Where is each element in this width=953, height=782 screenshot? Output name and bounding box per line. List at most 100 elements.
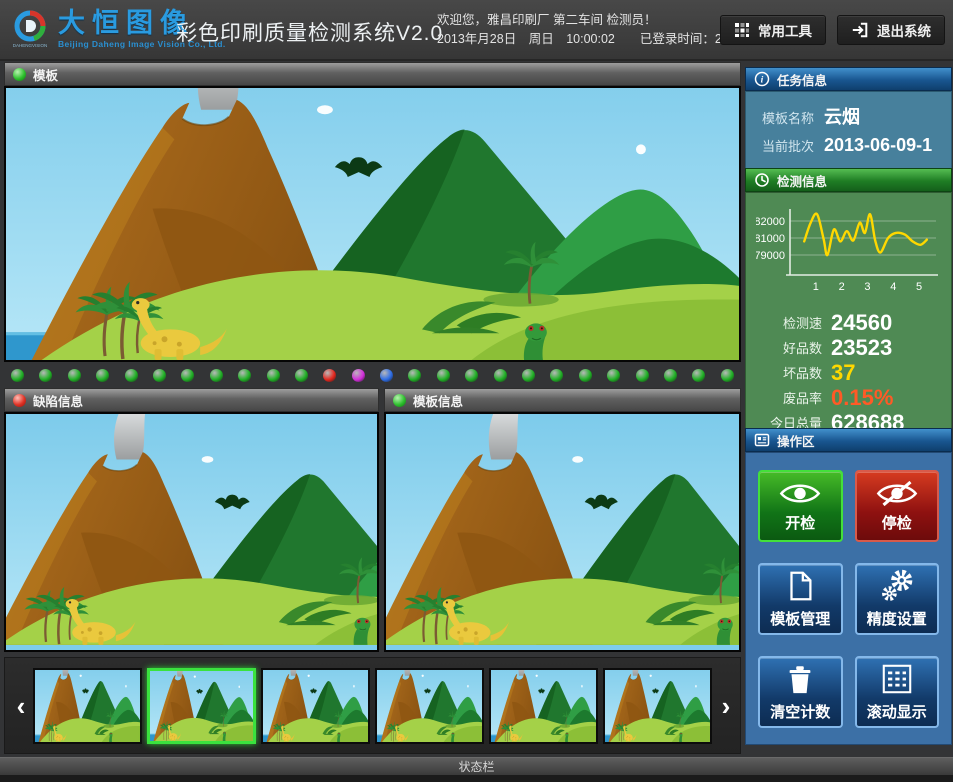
status-dot [607, 369, 620, 382]
status-dot [636, 369, 649, 382]
datetime-line: 2013年月28日 周日 10:00:02 已登录时间：269分种 [437, 32, 761, 46]
status-dot [437, 369, 450, 382]
green-status-led-icon [393, 394, 406, 407]
svg-text:4: 4 [890, 281, 896, 293]
status-bar-base [0, 775, 953, 782]
defect-panel-header: 缺陷信息 [4, 388, 379, 412]
svg-text:i: i [761, 76, 764, 86]
stop-inspection-label: 停检 [882, 512, 912, 533]
task-value: 2013-06-09-1 [824, 135, 932, 156]
status-dot [210, 369, 223, 382]
template-manage-button[interactable]: 模板管理 [758, 563, 843, 635]
start-inspection-label: 开检 [785, 512, 815, 533]
stop-inspection-button[interactable]: 停检 [855, 470, 940, 542]
status-dot [352, 369, 365, 382]
template-info-panel-header: 模板信息 [384, 388, 741, 412]
status-dot [96, 369, 109, 382]
info-icon: i [754, 71, 770, 87]
scroll-display-button[interactable]: 滚动显示 [855, 656, 940, 728]
template-manage-label: 模板管理 [770, 608, 830, 629]
tools-grid-icon [734, 22, 750, 38]
clear-count-button[interactable]: 清空计数 [758, 656, 843, 728]
document-icon [783, 569, 817, 603]
status-dot [323, 369, 336, 382]
status-dot [68, 369, 81, 382]
task-label: 当前批次 [762, 136, 814, 155]
svg-text:81000: 81000 [756, 233, 785, 245]
defect-image[interactable] [4, 412, 379, 652]
status-dot [664, 369, 677, 382]
operations-header: 操作区 [745, 428, 952, 452]
exit-icon [851, 21, 869, 39]
welcome-line: 欢迎您，雅昌印刷厂 第二车间 检测员！ [437, 13, 656, 27]
status-dots-row [4, 366, 741, 384]
task-row-template-name: 模板名称 云烟 [762, 103, 951, 129]
stat-row: 坏品数37 [746, 360, 951, 385]
common-tools-label: 常用工具 [758, 20, 812, 40]
svg-text:5: 5 [916, 281, 922, 293]
filmstrip-next-button[interactable]: › [716, 690, 736, 722]
precision-settings-label: 精度设置 [867, 608, 927, 629]
daheng-logo-icon: DAHENGVISION [10, 9, 50, 49]
stat-value: 24560 [831, 310, 892, 336]
operations-panel: 操作区 开检 停检 模板管理 [745, 428, 952, 745]
detection-info-header: 检测信息 [745, 168, 952, 192]
filmstrip-prev-button[interactable]: ‹ [11, 690, 31, 722]
template-info-image[interactable] [384, 412, 741, 652]
filmstrip-thumbnail[interactable] [489, 668, 598, 744]
scroll-display-label: 滚动显示 [867, 701, 927, 722]
green-status-led-icon [13, 68, 26, 81]
detection-chart: 82000810007900012345 [756, 201, 951, 306]
logo-caption: DAHENGVISION [13, 43, 48, 48]
filmstrip-thumbnail[interactable] [261, 668, 370, 744]
common-tools-button[interactable]: 常用工具 [720, 15, 826, 45]
stat-label: 检测速 [746, 313, 822, 332]
stat-value: 37 [831, 360, 855, 386]
chart-line [804, 214, 927, 256]
exit-system-button[interactable]: 退出系统 [837, 15, 945, 45]
filmstrip-thumbnails [33, 668, 712, 744]
status-dot [267, 369, 280, 382]
stat-value: 23523 [831, 335, 892, 361]
start-inspection-button[interactable]: 开检 [758, 470, 843, 542]
page-title: 彩色印刷质量检测系统V2.0 [176, 17, 443, 47]
eye-off-icon [876, 480, 918, 507]
status-bar: 状态栏 [0, 757, 953, 775]
status-dot [522, 369, 535, 382]
gears-icon [880, 569, 914, 603]
defect-panel-title: 缺陷信息 [33, 391, 83, 410]
status-dot [238, 369, 251, 382]
detection-info-title: 检测信息 [777, 171, 827, 190]
trash-icon [783, 662, 817, 696]
red-status-led-icon [13, 394, 26, 407]
stat-value: 0.15% [831, 385, 893, 411]
operations-title: 操作区 [777, 431, 815, 450]
task-row-batch: 当前批次 2013-06-09-1 [762, 135, 951, 156]
stat-row: 废品率 0.15% [746, 385, 951, 410]
status-dot [692, 369, 705, 382]
welcome-block: 欢迎您，雅昌印刷厂 第二车间 检测员！ 2013年月28日 周日 10:00:0… [437, 11, 761, 49]
status-dot [408, 369, 421, 382]
svg-text:82000: 82000 [756, 216, 785, 228]
template-image[interactable] [4, 86, 741, 362]
task-info-panel: i 任务信息 模板名称 云烟 当前批次 2013-06-09-1 [745, 67, 952, 173]
status-dot [295, 369, 308, 382]
filmstrip-thumbnail[interactable] [375, 668, 484, 744]
precision-settings-button[interactable]: 精度设置 [855, 563, 940, 635]
stat-label: 废品率 [746, 388, 822, 407]
svg-text:79000: 79000 [756, 250, 785, 262]
status-dot [181, 369, 194, 382]
control-card-icon [754, 432, 770, 448]
defect-panel: 缺陷信息 [4, 388, 379, 652]
status-dot [11, 369, 24, 382]
filmstrip-thumbnail[interactable] [147, 668, 256, 744]
svg-text:3: 3 [864, 281, 870, 293]
template-info-panel: 模板信息 [384, 388, 741, 652]
app-header: DAHENGVISION 大恒图像 Beijing Daheng Image V… [0, 0, 953, 61]
status-dot [153, 369, 166, 382]
svg-text:1: 1 [813, 281, 819, 293]
status-dot [494, 369, 507, 382]
exit-system-label: 退出系统 [877, 20, 931, 40]
filmstrip-thumbnail[interactable] [603, 668, 712, 744]
filmstrip-thumbnail[interactable] [33, 668, 142, 744]
